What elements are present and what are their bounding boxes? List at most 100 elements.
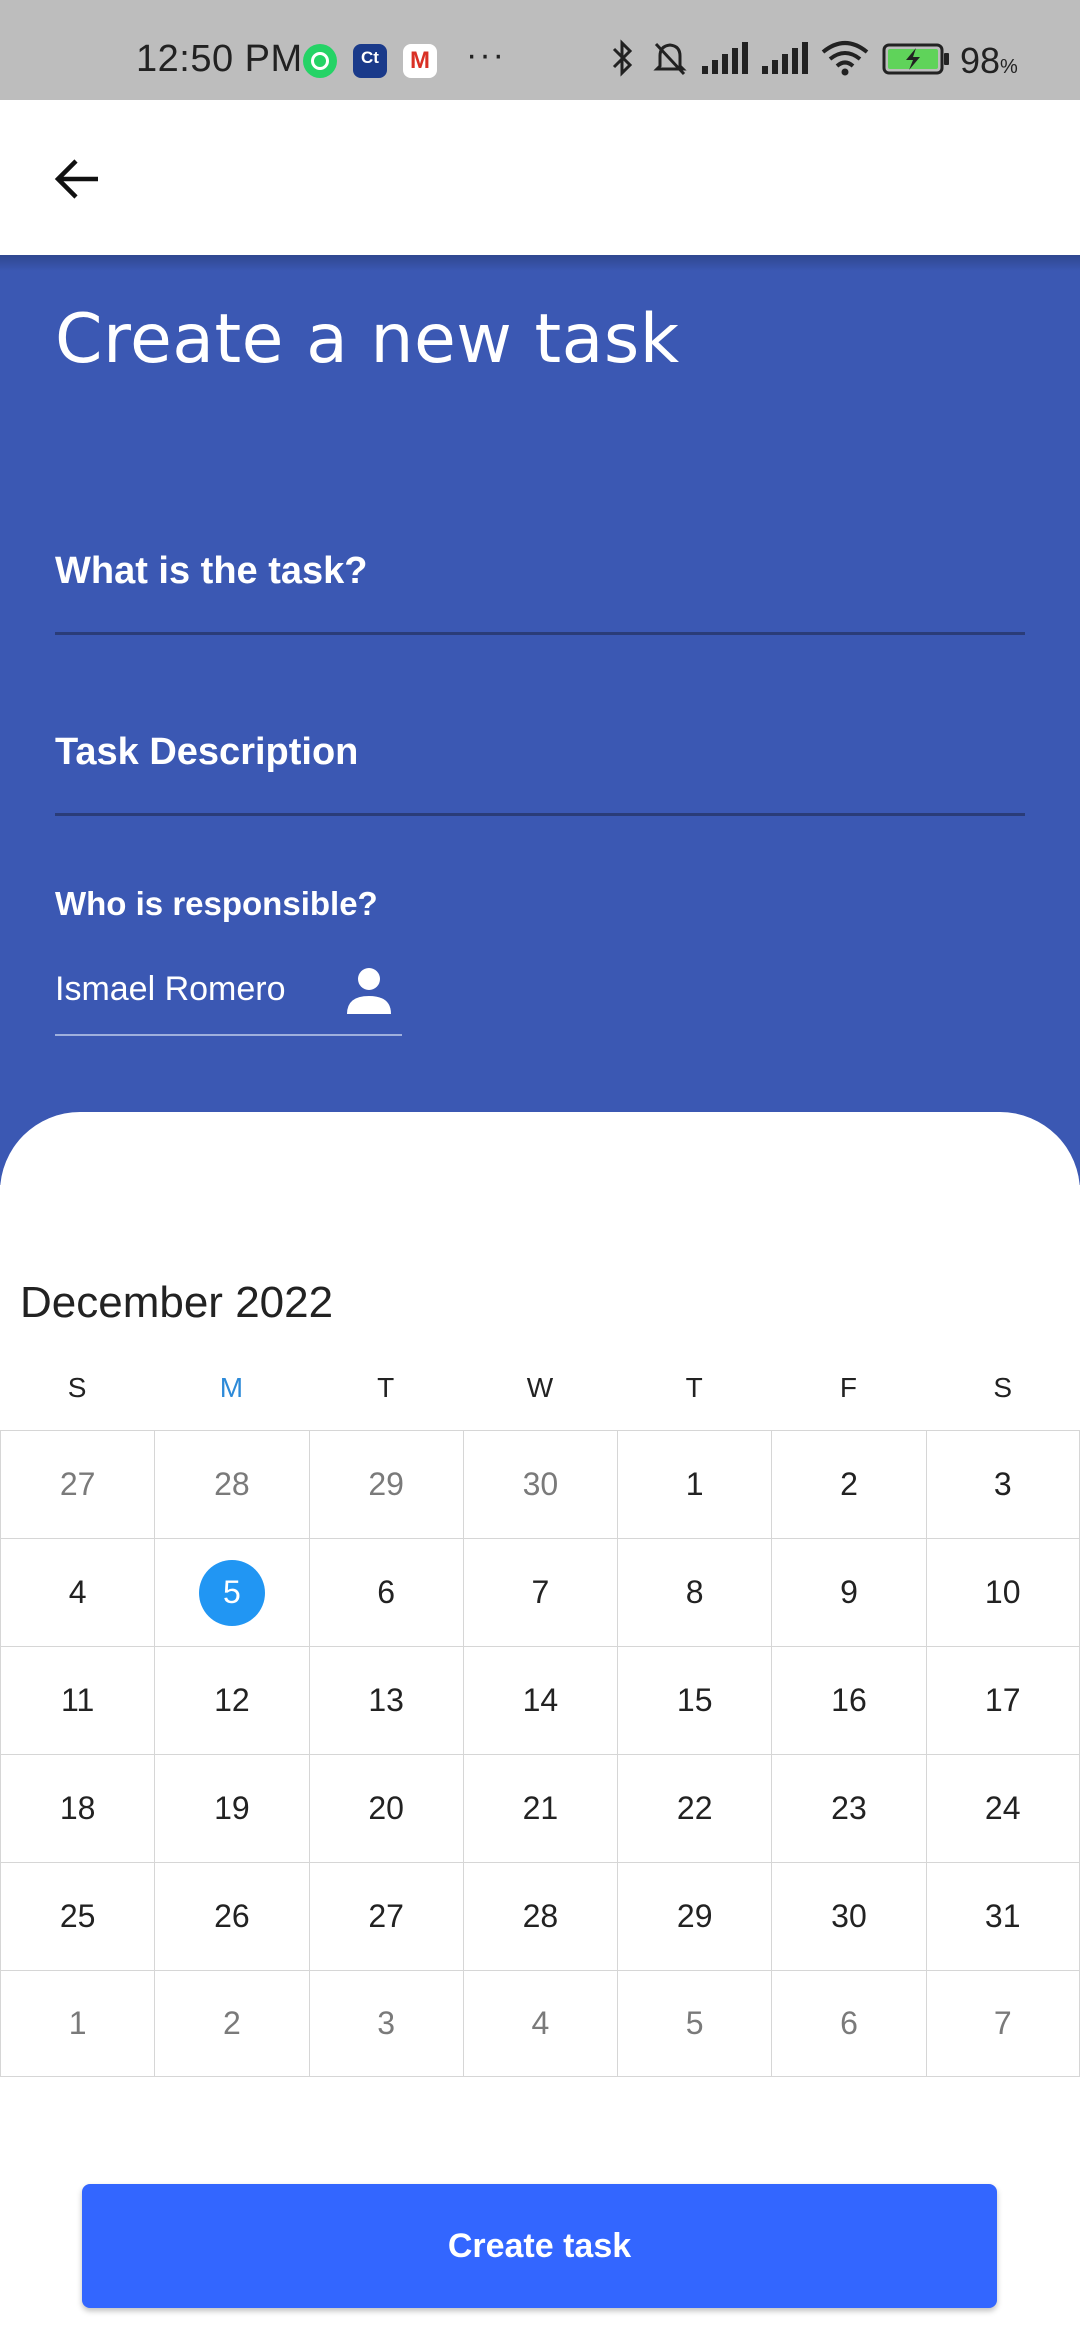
calendar-day[interactable]: 18 (0, 1755, 154, 1862)
header-shadow (0, 255, 1080, 271)
calendar-day[interactable]: 13 (308, 1647, 463, 1754)
calendar-day[interactable]: 5 (617, 1971, 771, 2076)
calendar-day-selected[interactable]: 5 (154, 1539, 308, 1646)
calendar-day-number: 3 (993, 1466, 1012, 1502)
whatsapp-icon (303, 44, 337, 78)
calendar-day-number: 10 (984, 1574, 1021, 1610)
back-button[interactable] (40, 142, 114, 216)
task-description-field (55, 716, 1025, 816)
calendar-day[interactable]: 3 (925, 1431, 1080, 1538)
calendar-day[interactable]: 4 (462, 1971, 617, 2076)
weekday-label: S (993, 1372, 1013, 1403)
calendar-day[interactable]: 29 (308, 1431, 463, 1538)
calendar-week-row: 11 12 13 14 15 16 17 (0, 1647, 1080, 1755)
calendar-day[interactable]: 2 (771, 1431, 925, 1538)
calendar-day[interactable]: 14 (462, 1647, 617, 1754)
calendar-day-number: 1 (68, 2005, 87, 2041)
calendar-day-number: 7 (993, 2005, 1012, 2041)
calendar-day[interactable]: 7 (925, 1971, 1080, 2076)
calendar-day-number: 19 (214, 1790, 250, 1826)
calendar-day[interactable]: 9 (771, 1539, 925, 1646)
weekday-label: T (377, 1372, 395, 1403)
calendar-day[interactable]: 27 (308, 1863, 463, 1970)
bluetooth-icon (612, 39, 633, 77)
battery-percentage: 98% (960, 40, 1018, 81)
calendar-day[interactable]: 3 (308, 1971, 463, 2076)
calendar-day[interactable]: 19 (154, 1755, 308, 1862)
calendar-day[interactable]: 12 (154, 1647, 308, 1754)
calendar-day[interactable]: 30 (771, 1863, 925, 1970)
calendar-day[interactable]: 1 (0, 1971, 154, 2076)
calendar-day[interactable]: 29 (617, 1863, 771, 1970)
calendar-day-number: 29 (368, 1466, 404, 1502)
calendar-day[interactable]: 15 (617, 1647, 771, 1754)
calendar-day[interactable]: 25 (0, 1863, 154, 1970)
weekday-header: SMTWTFS (0, 1372, 1080, 1428)
calendar-day[interactable]: 6 (308, 1539, 463, 1646)
calendar-day-number: 28 (522, 1898, 559, 1934)
calendar-day-number: 16 (831, 1682, 867, 1718)
calendar-day[interactable]: 10 (925, 1539, 1080, 1646)
calendar-day[interactable]: 24 (925, 1755, 1080, 1862)
status-time: 12:50 PM (136, 38, 303, 80)
task-description-input[interactable] (55, 716, 1025, 816)
calendar-week-row: 4 5 6 7 8 9 10 (0, 1539, 1080, 1647)
calendar-day[interactable]: 28 (462, 1863, 617, 1970)
battery-charging-icon (882, 43, 949, 75)
calendar-day-number: 23 (831, 1790, 867, 1826)
calendar-day[interactable]: 31 (925, 1863, 1080, 1970)
calendar-day-number: 30 (831, 1898, 867, 1934)
calendar-day-number: 31 (984, 1898, 1021, 1934)
calendar-day-number: 27 (368, 1898, 404, 1934)
calendar-day[interactable]: 1 (617, 1431, 771, 1538)
calendar-month-label: December 2022 (20, 1278, 334, 1327)
calendar-day[interactable]: 23 (771, 1755, 925, 1862)
calendar-day-number: 27 (59, 1466, 96, 1502)
calendar-day[interactable]: 7 (462, 1539, 617, 1646)
task-title-input[interactable] (55, 535, 1025, 635)
calendar-day[interactable]: 28 (154, 1431, 308, 1538)
calendar-day[interactable]: 2 (154, 1971, 308, 2076)
calendar-day[interactable]: 21 (462, 1755, 617, 1862)
signal-icon (762, 42, 808, 74)
ct-app-icon (353, 44, 387, 78)
calendar-day-number: 13 (368, 1682, 404, 1718)
calendar-week-row: 25 26 27 28 29 30 31 (0, 1863, 1080, 1971)
weekday-label: W (526, 1372, 554, 1403)
responsible-picker[interactable]: Ismael Romero (55, 950, 402, 1036)
calendar-day[interactable]: 20 (308, 1755, 463, 1862)
more-icon: ··· (466, 36, 506, 74)
task-title-field (55, 535, 1025, 635)
calendar-day-number: 26 (214, 1898, 250, 1934)
calendar-day-number: 5 (685, 2005, 704, 2041)
calendar-day[interactable]: 4 (0, 1539, 154, 1646)
responsible-value: Ismael Romero (55, 970, 286, 1008)
calendar-day-number: 8 (685, 1574, 704, 1610)
calendar-day-number: 6 (377, 1574, 396, 1610)
calendar-day[interactable]: 8 (617, 1539, 771, 1646)
calendar-day[interactable]: 11 (0, 1647, 154, 1754)
calendar-day-number: 2 (840, 1466, 858, 1502)
responsible-label: Who is responsible? (55, 885, 378, 922)
calendar-day-number: 14 (522, 1682, 559, 1718)
calendar-day-number: 29 (676, 1898, 713, 1934)
calendar-day-number: 2 (223, 2005, 241, 2041)
calendar-day-number: 5 (198, 1559, 265, 1626)
create-task-button[interactable]: Create task (82, 2184, 997, 2308)
calendar-day[interactable]: 6 (771, 1971, 925, 2076)
app-bar (0, 100, 1080, 255)
calendar-day-number: 11 (61, 1682, 95, 1718)
weekday-label: M (219, 1372, 244, 1403)
person-icon[interactable] (345, 966, 393, 1016)
calendar-day[interactable]: 30 (462, 1431, 617, 1538)
calendar-day-number: 6 (840, 2005, 858, 2041)
calendar-day[interactable]: 26 (154, 1863, 308, 1970)
calendar-day-number: 3 (377, 2005, 396, 2041)
calendar-day[interactable]: 27 (0, 1431, 154, 1538)
calendar-week-row: 1 2 3 4 5 6 7 (0, 1971, 1080, 2077)
calendar-day[interactable]: 16 (771, 1647, 925, 1754)
calendar-grid: 27 28 29 30 1 2 3 4 5 6 7 8 9 10 11 12 13 14 15 16 17 18 19 20 2… (0, 1430, 1080, 2077)
calendar-day[interactable]: 22 (617, 1755, 771, 1862)
calendar-day[interactable]: 17 (925, 1647, 1080, 1754)
calendar-day-number: 24 (984, 1790, 1021, 1826)
